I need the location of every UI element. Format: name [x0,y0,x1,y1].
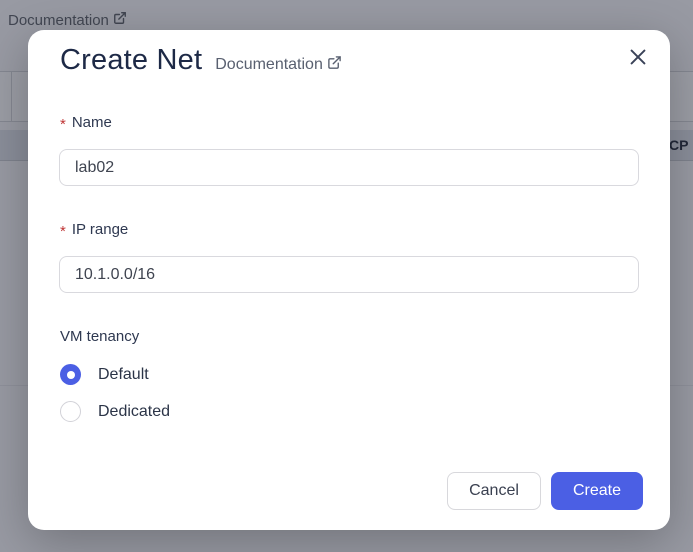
name-field-label: * Name [60,114,112,131]
create-button[interactable]: Create [551,472,643,510]
dialog-documentation-link[interactable]: Documentation [215,55,342,75]
ip-range-field-label: * IP range [60,221,128,238]
vm-tenancy-label: VM tenancy [60,328,139,345]
name-input[interactable] [59,149,639,186]
radio-selected-icon [60,364,81,385]
close-icon [627,46,649,71]
ip-range-label-text: IP range [72,221,128,238]
vm-tenancy-label-text: VM tenancy [60,328,139,345]
dialog-title: Create Net [60,44,202,77]
dialog-header: Create Net Documentation [60,44,342,77]
radio-dot [67,371,75,379]
required-mark: * [60,116,66,133]
radio-option-default[interactable]: Default [60,364,149,385]
radio-unselected-icon [60,401,81,422]
dialog-footer: Cancel Create [447,472,643,510]
external-link-icon [327,55,342,75]
cancel-button[interactable]: Cancel [447,472,541,510]
dialog-documentation-label: Documentation [215,56,323,74]
close-button[interactable] [624,44,652,72]
name-label-text: Name [72,114,112,131]
radio-dedicated-label: Dedicated [98,403,170,421]
required-mark: * [60,223,66,240]
create-net-dialog: Create Net Documentation * Name * [28,30,670,530]
radio-option-dedicated[interactable]: Dedicated [60,401,170,422]
ip-range-input[interactable] [59,256,639,293]
radio-default-label: Default [98,366,149,384]
